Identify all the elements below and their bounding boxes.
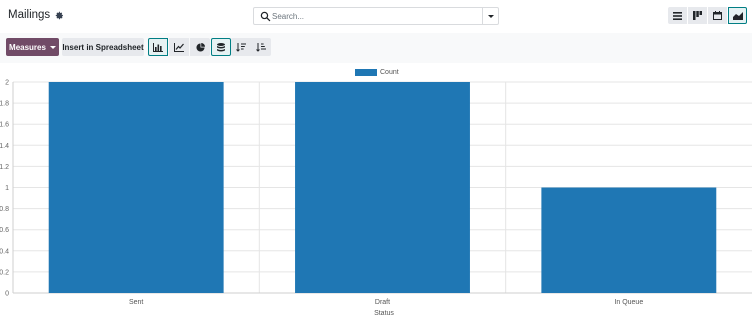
line-chart-icon [174,42,184,52]
y-tick-label: 1.4 [0,143,9,150]
pie-chart-button[interactable] [190,38,210,56]
search-options-toggle[interactable] [482,8,498,24]
insert-in-spreadsheet-button[interactable]: Insert in Spreadsheet [62,38,144,56]
line-chart-button[interactable] [169,38,189,56]
sort-ascending-button[interactable] [251,38,271,56]
y-tick-label: 1.2 [0,164,9,171]
x-tick-label: Sent [129,299,143,306]
search-input[interactable] [272,9,472,23]
graph-toolbar: Measures Insert in Spreadsheet [0,33,752,63]
bar-sent[interactable] [48,82,224,293]
x-tick-label: In Queue [614,299,643,306]
sort-descending-button[interactable] [231,38,251,56]
bar-chart-icon [153,42,163,52]
stacked-icon [217,42,225,51]
stacked-button[interactable] [211,38,231,56]
bar-draft[interactable] [295,82,470,293]
calendar-view-button[interactable] [708,7,727,24]
measures-label: Measures [9,42,46,52]
y-tick-label: 1.8 [0,101,9,108]
y-tick-label: 0.6 [0,227,9,234]
search-icon [260,11,271,22]
y-tick-label: 0.8 [0,206,9,213]
control-panel-top: Mailings [0,0,752,33]
graph-view-button[interactable] [728,7,747,24]
search-bar [253,7,499,25]
list-view-icon [673,11,682,20]
y-tick-label: 2 [5,80,9,87]
view-switcher [668,7,747,24]
measures-button[interactable]: Measures [6,38,59,56]
caret-down-icon [49,45,56,49]
page-title: Mailings [8,9,51,21]
bar-chart-button[interactable] [148,38,168,56]
y-tick-label: 1 [5,185,9,192]
y-tick-label: 0.4 [0,248,9,255]
kanban-view-button[interactable] [688,7,707,24]
breadcrumb: Mailings [8,9,64,21]
y-tick-label: 1.6 [0,122,9,129]
pie-chart-icon [195,42,205,52]
x-axis-title: Status [374,310,394,315]
graph-view-icon [732,11,743,20]
sort-descending-icon [236,42,246,52]
bar-chart: 0 0.2 0.4 0.6 0.8 1 1.2 1.4 1.6 1.8 2 Sent Draft In Q… [0,80,752,315]
bar-in-queue[interactable] [541,187,717,294]
y-tick-label: 0.2 [0,269,9,276]
caret-down-icon [487,14,494,18]
gear-icon[interactable] [55,11,64,20]
y-tick-label: 0 [5,291,9,298]
sort-ascending-icon [256,42,266,52]
x-tick-label: Draft [375,299,390,306]
kanban-view-icon [693,11,702,20]
calendar-view-icon [713,11,722,20]
list-view-button[interactable] [668,7,687,24]
